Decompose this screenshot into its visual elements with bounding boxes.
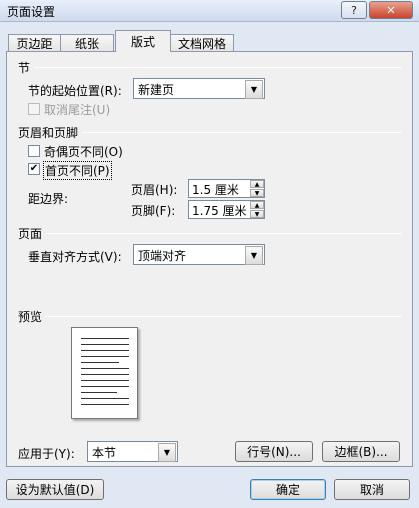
header-footer-heading: 页眉和页脚: [18, 126, 79, 140]
vertical-align-select[interactable]: 顶端对齐 ▼: [133, 244, 265, 265]
tab-document-grid[interactable]: 文档网格: [170, 34, 234, 52]
header-distance-spinner[interactable]: 1.5 厘米 ▲ ▼: [188, 179, 265, 198]
apply-to-select[interactable]: 本节 ▼: [87, 441, 178, 462]
apply-to-label: 应用于(Y):: [18, 447, 75, 461]
cancel-button[interactable]: 取消: [334, 479, 410, 500]
vertical-align-value: 顶端对齐: [138, 249, 187, 263]
apply-to-value: 本节: [92, 446, 117, 460]
ok-button[interactable]: 确定: [250, 479, 326, 500]
tab-label: 页边距: [16, 37, 53, 51]
header-distance-label: 页眉(H):: [131, 183, 178, 197]
first-page-checkbox[interactable]: ✔: [28, 163, 40, 175]
borders-button[interactable]: 边框(B)...: [322, 441, 400, 462]
preview-page: [71, 327, 138, 419]
close-icon: ✕: [386, 3, 396, 17]
footer-distance-label: 页脚(F):: [131, 204, 176, 218]
page-heading: 页面: [18, 227, 43, 241]
help-button[interactable]: ?: [341, 1, 367, 19]
tab-label: 纸张: [74, 37, 99, 51]
footer-distance-spinner[interactable]: 1.75 厘米 ▲ ▼: [188, 200, 265, 219]
preview-heading: 预览: [18, 310, 43, 324]
divider: [34, 67, 402, 68]
chevron-down-icon: ▼: [245, 80, 263, 99]
distance-label: 距边界:: [28, 192, 69, 206]
spin-up-icon[interactable]: ▲: [250, 201, 264, 209]
divider: [82, 132, 402, 133]
help-icon: ?: [351, 3, 357, 17]
odd-even-checkbox[interactable]: [28, 145, 40, 157]
footer-distance-value: 1.75 厘米: [192, 204, 247, 218]
tab-label: 版式: [130, 35, 155, 49]
suppress-endnotes-checkbox[interactable]: [28, 103, 40, 115]
divider: [46, 233, 402, 234]
suppress-endnotes-label: 取消尾注(U): [44, 103, 111, 117]
tab-paper[interactable]: 纸张: [60, 34, 114, 52]
spin-down-icon[interactable]: ▼: [250, 210, 264, 218]
chevron-down-icon: ▼: [158, 443, 176, 462]
tab-margins[interactable]: 页边距: [8, 34, 61, 52]
spin-down-icon[interactable]: ▼: [250, 189, 264, 197]
section-start-value: 新建页: [138, 83, 175, 97]
header-distance-value: 1.5 厘米: [192, 183, 239, 197]
line-numbers-button[interactable]: 行号(N)...: [235, 441, 313, 462]
close-button[interactable]: ✕: [369, 1, 413, 19]
section-start-label: 节的起始位置(R):: [28, 84, 122, 98]
section-start-select[interactable]: 新建页 ▼: [133, 78, 265, 99]
tab-layout[interactable]: 版式: [115, 30, 171, 52]
chevron-down-icon: ▼: [245, 246, 263, 265]
set-default-button[interactable]: 设为默认值(D): [6, 479, 104, 500]
section-heading: 节: [18, 61, 31, 75]
odd-even-label: 奇偶页不同(O): [44, 145, 123, 159]
first-page-label: 首页不同(P): [43, 161, 112, 180]
divider: [46, 316, 402, 317]
vertical-align-label: 垂直对齐方式(V):: [28, 250, 122, 264]
checkmark-icon: ✔: [29, 163, 39, 174]
window-title: 页面设置: [7, 5, 56, 19]
spin-up-icon[interactable]: ▲: [250, 180, 264, 188]
tab-label: 文档网格: [177, 37, 226, 51]
